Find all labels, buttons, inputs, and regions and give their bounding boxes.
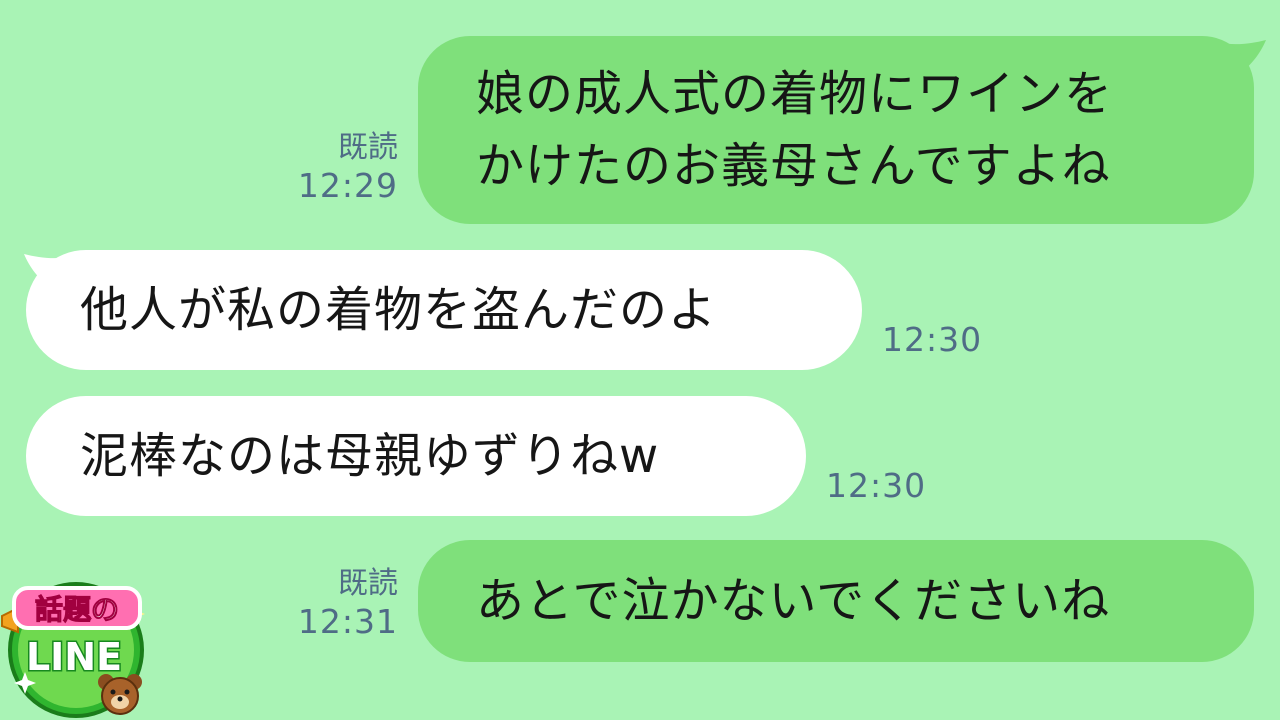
message-text: 泥棒なのは母親ゆずりねw (80, 428, 660, 484)
message-line: 娘の成人式の着物にワインを (476, 66, 1114, 122)
logo-bottom-text: LINE (26, 635, 122, 679)
message-bubble-received[interactable]: 泥棒なのは母親ゆずりねw (26, 396, 806, 516)
message-text: あとで泣かないでくださいね (476, 573, 1111, 629)
read-receipt: 既読 (338, 566, 398, 601)
timestamp: 12:29 (297, 166, 398, 205)
logo-graphic: 話題の LINE (1, 582, 145, 718)
timestamp: 12:31 (297, 602, 398, 641)
message-meta: 既読 12:29 (292, 130, 398, 206)
message-text: 娘の成人式の着物にワインを かけたのお義母さんですよね (476, 58, 1113, 202)
logo-top-text: 話題の (35, 593, 119, 626)
read-receipt: 既読 (338, 130, 398, 165)
timestamp: 12:30 (882, 320, 983, 359)
message-bubble-sent[interactable]: 娘の成人式の着物にワインを かけたのお義母さんですよね (418, 36, 1254, 224)
message-meta: 既読 12:31 (292, 566, 398, 642)
message-bubble-received[interactable]: 他人が私の着物を盗んだのよ (26, 250, 862, 370)
channel-logo: 話題の LINE (0, 568, 160, 720)
message-text: 他人が私の着物を盗んだのよ (80, 282, 718, 338)
message-bubble-sent[interactable]: あとで泣かないでくださいね (418, 540, 1254, 662)
message-line: かけたのお義母さんですよね (476, 138, 1111, 194)
timestamp: 12:30 (826, 466, 927, 505)
